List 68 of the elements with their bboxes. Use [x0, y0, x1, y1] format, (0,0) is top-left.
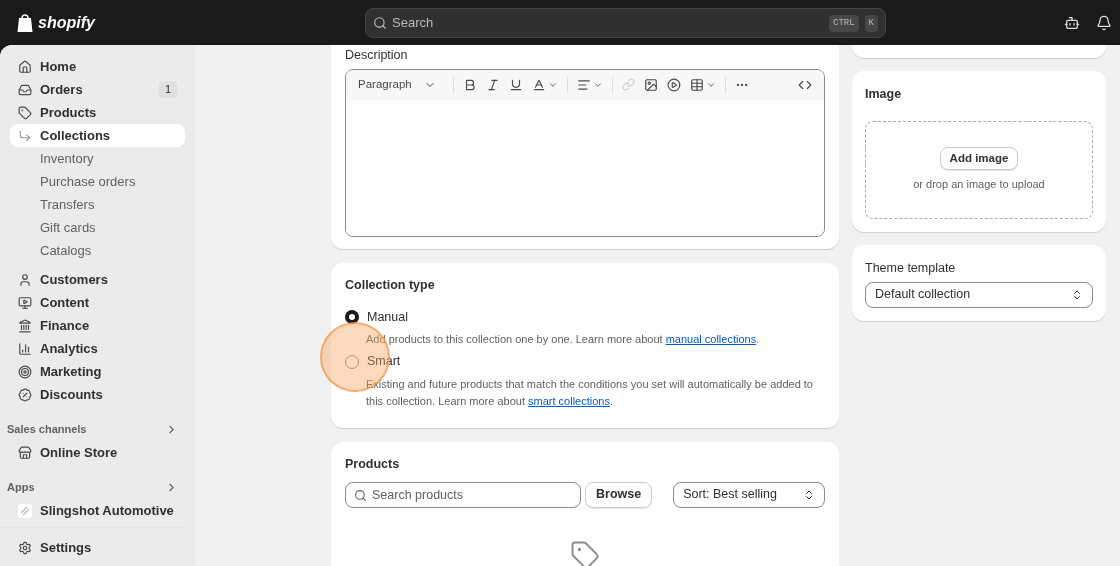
radio-button[interactable] — [345, 309, 359, 324]
discount-badge-icon — [18, 387, 32, 402]
option-description: Add products to this collection one by one. Learn more about manual collections. — [366, 332, 761, 348]
nav-item[interactable]: Customers — [10, 268, 185, 291]
nav-item[interactable]: Online Store — [10, 441, 185, 464]
home-icon — [18, 59, 32, 74]
italic-icon[interactable] — [485, 77, 500, 92]
nav-subitem[interactable]: Inventory — [10, 147, 185, 170]
sort-select[interactable]: Sort: Best selling — [673, 481, 825, 508]
bank-icon — [18, 318, 32, 333]
radio-label: Manual — [367, 308, 408, 326]
connector-icon — [18, 128, 32, 143]
count-badge: 1 — [158, 81, 177, 98]
field-label: Theme template — [865, 259, 957, 277]
image-icon[interactable] — [643, 77, 658, 92]
nav-subitem[interactable]: Collections — [10, 124, 185, 147]
nav-item[interactable]: Content — [10, 291, 185, 314]
logo-text: shopify — [38, 12, 95, 33]
nav-item[interactable]: Finance — [10, 314, 185, 337]
tag-icon — [570, 539, 600, 566]
app-logo-icon — [18, 503, 32, 518]
nav-subitem[interactable]: Catalogs — [10, 239, 185, 262]
nav-item[interactable]: Home — [10, 55, 185, 78]
add-image-button[interactable]: Add image — [939, 147, 1019, 170]
nav-item[interactable]: Analytics — [10, 337, 185, 360]
nav-item[interactable]: Orders 1 — [10, 78, 185, 101]
nav-subitem[interactable]: Purchase orders — [10, 170, 185, 193]
target-icon — [18, 364, 32, 379]
template-select[interactable]: Default collection — [865, 281, 1093, 308]
search-icon — [354, 488, 367, 502]
browse-button[interactable]: Browse — [585, 481, 653, 508]
monitor-icon — [18, 295, 32, 310]
updown-icon — [1071, 288, 1083, 301]
nav-subitem[interactable]: Gift cards — [10, 216, 185, 239]
updown-icon — [803, 488, 815, 501]
nav-item[interactable]: Products — [10, 101, 185, 124]
shopping-bag-icon — [16, 12, 34, 33]
upload-hint: or drop an image to upload — [913, 177, 1045, 192]
store-icon — [18, 445, 32, 460]
search-icon — [373, 15, 387, 30]
card-title: Collection type — [345, 276, 436, 294]
nav-item[interactable]: Settings — [10, 536, 175, 559]
card-title: Products — [345, 456, 401, 473]
rich-text-editor[interactable]: Paragraph — [345, 68, 825, 237]
inbox-icon — [18, 82, 32, 97]
tag-icon — [18, 105, 32, 120]
underline-icon[interactable] — [508, 77, 523, 92]
align-icon[interactable] — [576, 77, 591, 92]
bell-icon[interactable] — [1096, 14, 1112, 31]
gear-icon — [18, 540, 32, 555]
section-header[interactable]: Apps — [0, 476, 185, 499]
help-link[interactable]: smart collections — [528, 395, 610, 407]
nav-subitem[interactable]: Transfers — [10, 193, 185, 216]
field-label: Description — [345, 47, 409, 64]
card-title: Image — [865, 86, 903, 103]
bar-chart-icon — [18, 341, 32, 356]
nav-item[interactable]: Marketing — [10, 360, 185, 383]
text-color-icon[interactable] — [531, 77, 546, 92]
table-icon[interactable] — [689, 77, 704, 92]
format-dropdown[interactable]: Paragraph — [358, 76, 444, 94]
video-icon[interactable] — [666, 77, 681, 92]
drop-zone[interactable]: Add image or drop an image to upload — [865, 120, 1093, 219]
section-header[interactable]: Sales channels — [0, 418, 185, 441]
search-field[interactable]: Search products — [345, 481, 581, 508]
person-icon — [18, 272, 32, 287]
nav-item[interactable]: Discounts — [10, 383, 185, 406]
nav-item[interactable]: Slingshot Automotive — [10, 499, 185, 522]
avatar-icon[interactable] — [1064, 14, 1080, 31]
